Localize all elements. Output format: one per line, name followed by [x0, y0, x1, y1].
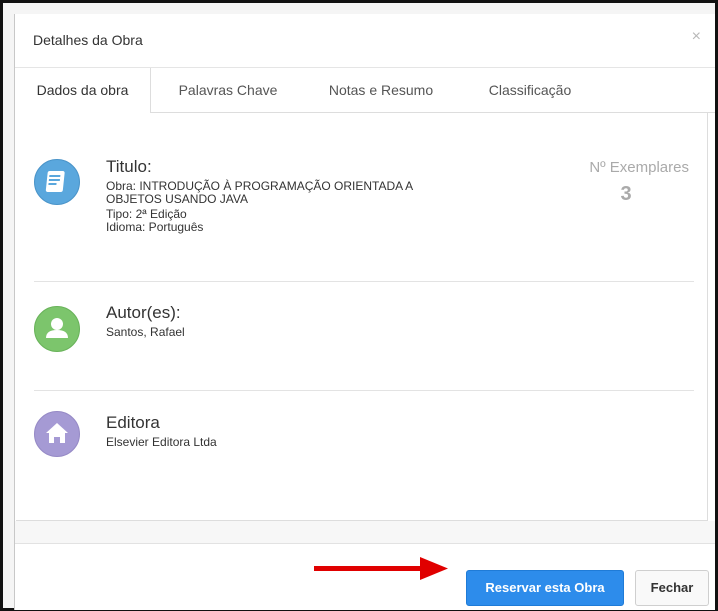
- tab-notas-e-resumo[interactable]: Notas e Resumo: [305, 68, 457, 113]
- obra-line: Obra: INTRODUÇÃO À PROGRAMAÇÃO ORIENTADA…: [106, 179, 414, 193]
- details-panel: Titulo: Obra: INTRODUÇÃO À PROGRAMAÇÃO O…: [16, 113, 708, 521]
- editora-name: Elsevier Editora Ltda: [106, 435, 217, 449]
- autor-heading: Autor(es):: [106, 303, 181, 322]
- tab-dados-da-obra[interactable]: Dados da obra: [15, 68, 151, 114]
- close-icon[interactable]: ×: [692, 28, 701, 46]
- tab-bar: Dados da obra Palavras Chave Notas e Res…: [15, 68, 715, 114]
- titulo-heading: Titulo:: [106, 157, 152, 176]
- user-icon: [34, 306, 80, 352]
- exemplares-count: 3: [620, 183, 632, 205]
- close-button[interactable]: Fechar: [635, 570, 709, 606]
- tab-palavras-chave[interactable]: Palavras Chave: [151, 68, 305, 113]
- home-icon: [34, 411, 80, 457]
- idioma-line: Idioma: Português: [106, 220, 204, 234]
- tab-classificacao[interactable]: Classificação: [457, 68, 603, 113]
- autor-name: Santos, Rafael: [106, 325, 185, 339]
- book-icon: [34, 159, 80, 205]
- tipo-line: Tipo: 2ª Edição: [106, 207, 187, 221]
- details-modal: Detalhes da Obra × Dados da obra Palavra…: [14, 14, 715, 610]
- reserve-button[interactable]: Reservar esta Obra: [466, 570, 624, 606]
- obra-line-continued: OBJETOS USANDO JAVA: [106, 192, 249, 206]
- modal-title: Detalhes da Obra: [33, 32, 143, 48]
- footer-band: [15, 521, 715, 543]
- editora-heading: Editora: [106, 413, 160, 432]
- modal-header: Detalhes da Obra ×: [15, 14, 715, 68]
- exemplares-label: Nº Exemplares: [589, 159, 689, 176]
- section-divider: [34, 281, 694, 282]
- red-arrow-icon: [314, 557, 448, 580]
- section-divider: [34, 390, 694, 391]
